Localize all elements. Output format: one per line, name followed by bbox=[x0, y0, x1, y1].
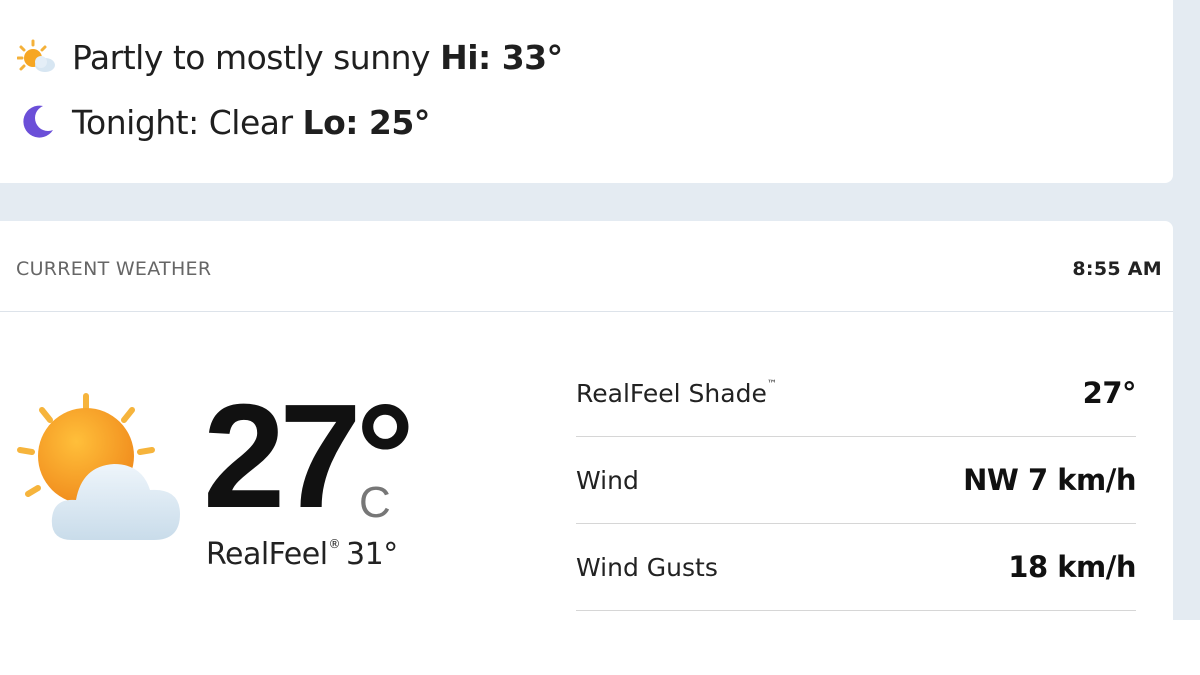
detail-row-wind[interactable]: Wind NW 7 km/h bbox=[576, 437, 1136, 524]
page-gutter bbox=[1173, 0, 1200, 620]
forecast-lo-temp: Lo: 25° bbox=[302, 102, 431, 142]
current-weather-header: CURRENT WEATHER 8:55 AM bbox=[16, 258, 1162, 280]
detail-row-wind-gusts[interactable]: Wind Gusts 18 km/h bbox=[576, 524, 1136, 611]
current-weather-title: CURRENT WEATHER bbox=[16, 258, 212, 280]
forecast-night-row: Tonight: Clear Lo: 25° bbox=[16, 101, 430, 143]
forecast-day-text: Partly to mostly sunny bbox=[72, 37, 431, 77]
forecast-card bbox=[0, 0, 1173, 183]
realfeel-mark: ® bbox=[328, 537, 341, 551]
detail-value: 27° bbox=[1082, 376, 1137, 410]
realfeel-value[interactable]: RealFeel® 31° bbox=[206, 537, 398, 572]
detail-label: RealFeel Shade™ bbox=[576, 378, 777, 408]
partly-sunny-icon bbox=[16, 36, 58, 78]
weather-details-list: RealFeel Shade™ 27° Wind NW 7 km/h Wind … bbox=[576, 350, 1137, 611]
detail-row-realfeel-shade[interactable]: RealFeel Shade™ 27° bbox=[576, 350, 1137, 437]
detail-value: 18 km/h bbox=[1008, 550, 1136, 584]
forecast-hi-temp: Hi: 33° bbox=[440, 37, 563, 77]
temperature-unit: C bbox=[359, 478, 391, 527]
current-weather-time: 8:55 AM bbox=[1072, 258, 1162, 280]
realfeel-temp: 31° bbox=[346, 537, 398, 572]
forecast-night-text: Tonight: Clear bbox=[72, 102, 293, 142]
moon-icon bbox=[16, 101, 58, 143]
partly-sunny-icon bbox=[14, 390, 184, 550]
detail-label: Wind bbox=[576, 465, 639, 495]
forecast-day-row: Partly to mostly sunny Hi: 33° bbox=[16, 36, 563, 78]
header-divider bbox=[0, 311, 1173, 312]
detail-value: NW 7 km/h bbox=[963, 463, 1136, 497]
realfeel-label: RealFeel bbox=[206, 537, 328, 572]
detail-label: Wind Gusts bbox=[576, 552, 718, 582]
